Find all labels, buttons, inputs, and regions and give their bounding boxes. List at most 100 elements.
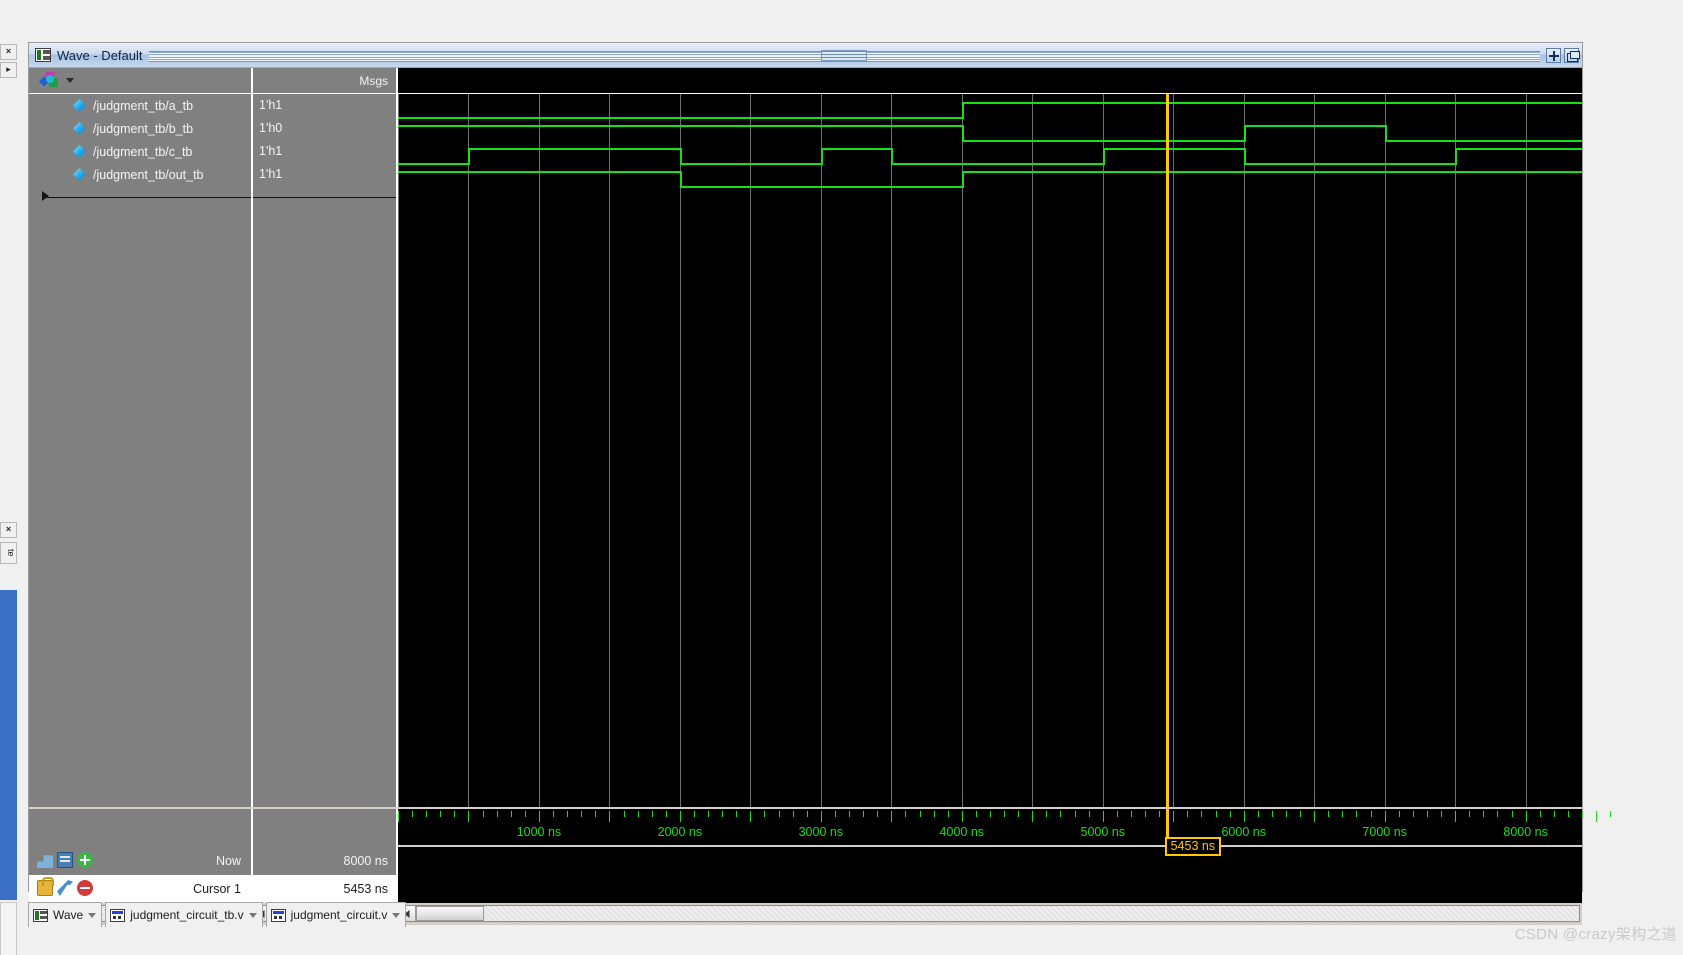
signal-row-a-tb[interactable]: /judgment_tb/a_tb: [39, 94, 251, 117]
prev-transition-icon[interactable]: [37, 855, 53, 868]
signal-name-column[interactable]: /judgment_tb/a_tb /judgment_tb/b_tb /jud…: [29, 94, 253, 807]
wave-segment: [961, 102, 1582, 104]
ruler-minor-tick: [694, 811, 695, 817]
wave-edge: [961, 102, 964, 119]
waveform-canvas[interactable]: [398, 94, 1582, 807]
wave-gridline: [820, 94, 822, 807]
cursor-line[interactable]: [1165, 94, 1169, 807]
left-dock-strip: × ▸ × te: [0, 30, 18, 955]
undock-button[interactable]: [1564, 47, 1580, 63]
ruler-minor-tick: [1469, 811, 1471, 817]
tab-judgment-circuit[interactable]: judgment_circuit.v: [265, 902, 407, 927]
ruler-minor-tick: [426, 811, 428, 817]
wave-header-spacer: [398, 68, 1582, 93]
ruler-minor-tick: [482, 811, 484, 817]
ruler-minor-tick: [1553, 811, 1555, 817]
wave-window-icon: [35, 48, 51, 62]
ruler-minor-tick: [1426, 811, 1428, 817]
wave-segment: [679, 163, 821, 165]
ruler-minor-tick: [1370, 811, 1372, 817]
ruler-minor-tick: [1130, 811, 1132, 817]
wave-edge: [468, 148, 471, 165]
ruler-minor-tick: [1257, 811, 1259, 817]
ruler-major-tick: [679, 811, 681, 822]
end-of-list-divider: [47, 197, 251, 198]
chevron-down-icon[interactable]: [392, 912, 401, 918]
dock-close-mid-button[interactable]: ×: [0, 522, 17, 538]
value-column-header[interactable]: Msgs: [253, 68, 398, 93]
ruler-major-tick: [538, 811, 540, 822]
signal-row-b-tb[interactable]: /judgment_tb/b_tb: [39, 117, 251, 140]
tab-judgment-circuit-tb[interactable]: judgment_circuit_tb.v: [105, 902, 263, 927]
titlebar-grip-handle[interactable]: [821, 49, 868, 61]
signal-row-c-tb[interactable]: /judgment_tb/c_tb: [39, 140, 251, 163]
chevron-down-icon[interactable]: [66, 78, 74, 83]
wave-edge: [1455, 148, 1458, 165]
signal-value-column: 1'h1 1'h0 1'h1 1'h1: [253, 94, 398, 807]
signal-name-label: /judgment_tb/b_tb: [93, 121, 194, 136]
ruler-minor-tick: [849, 811, 851, 817]
lock-cursor-icon[interactable]: [37, 877, 54, 896]
delete-cursor-icon[interactable]: [77, 880, 93, 896]
ruler-minor-tick: [454, 811, 456, 817]
ruler-minor-tick: [933, 811, 935, 817]
ruler-minor-tick: [778, 811, 780, 817]
add-cursor-icon[interactable]: [77, 852, 93, 868]
wave-segment: [1102, 148, 1244, 150]
ruler-minor-tick: [1539, 811, 1541, 817]
cursor-time-tag[interactable]: 5453 ns: [1164, 837, 1222, 856]
wave-segment: [1455, 148, 1582, 150]
tab-wave[interactable]: Wave: [28, 902, 103, 927]
ruler-major-tick: [1455, 811, 1457, 822]
timeline-ruler-row: 1000 ns 2000 ns 3000 ns 4000 ns 5000 ns 6000 …: [29, 807, 1612, 856]
signal-name-label: /judgment_tb/a_tb: [93, 98, 194, 113]
wave-window-title: Wave - Default: [57, 47, 143, 63]
ruler-baseline: [398, 845, 1582, 847]
ruler-minor-tick: [1159, 811, 1161, 817]
msgs-label: Msgs: [359, 73, 388, 88]
ruler-major-tick: [1032, 811, 1034, 822]
ruler-minor-tick: [1610, 811, 1612, 817]
signal-name-label: /judgment_tb/out_tb: [93, 167, 204, 182]
ruler-label: 8000 ns: [1503, 825, 1548, 839]
bottom-tab-strip: Wave judgment_circuit_tb.v judgment_circ…: [28, 897, 1583, 927]
wave-gridline: [750, 94, 752, 807]
dock-expand-arrow-icon[interactable]: ▸: [0, 62, 17, 78]
ruler-major-tick: [1314, 811, 1316, 822]
signal-row-out-tb[interactable]: /judgment_tb/out_tb: [39, 163, 251, 186]
name-column-header[interactable]: [29, 68, 253, 93]
ruler-label: 1000 ns: [516, 825, 562, 839]
pane-body: /judgment_tb/a_tb /judgment_tb/b_tb /jud…: [29, 94, 1582, 807]
ruler-minor-tick: [919, 811, 921, 817]
chevron-down-icon[interactable]: [88, 912, 97, 918]
wave-gridline: [1032, 94, 1034, 807]
wave-titlebar[interactable]: Wave - Default: [29, 43, 1582, 68]
maximize-button[interactable]: [1546, 47, 1561, 63]
wave-edge: [820, 148, 823, 165]
now-value: 8000 ns: [253, 847, 398, 875]
timeline-ruler[interactable]: 1000 ns 2000 ns 3000 ns 4000 ns 5000 ns 6000 …: [398, 809, 1612, 856]
ruler-major-tick: [1596, 811, 1598, 822]
now-row-spacer: [398, 847, 1582, 875]
source-file-icon: [270, 908, 286, 922]
ruler-minor-tick: [1074, 811, 1076, 817]
chevron-down-icon[interactable]: [248, 912, 257, 918]
ruler-major-tick: [468, 811, 470, 822]
ruler-minor-tick: [1483, 811, 1485, 817]
wave-segment: [961, 140, 1244, 142]
wave-gridline: [1102, 94, 1104, 807]
dock-close-top-button[interactable]: ×: [0, 44, 17, 60]
cursor-icon-group: [37, 877, 93, 896]
wave-gridline: [609, 94, 611, 807]
signal-diamond-icon: [73, 99, 86, 112]
next-transition-icon[interactable]: [57, 852, 73, 868]
ruler-minor-tick: [1187, 811, 1189, 817]
edit-cursor-icon[interactable]: [57, 880, 73, 896]
ruler-minor-tick: [1046, 811, 1048, 817]
wave-gridline: [891, 94, 893, 807]
modelsim-wave-window: × ▸ × te Wave - Default Msgs /judgment_t…: [0, 0, 1683, 955]
ruler-minor-tick: [1582, 811, 1583, 817]
dock-label-mid: te: [0, 542, 17, 564]
ruler-label: 4000 ns: [939, 825, 985, 839]
ruler-label: 5000 ns: [1080, 825, 1125, 839]
